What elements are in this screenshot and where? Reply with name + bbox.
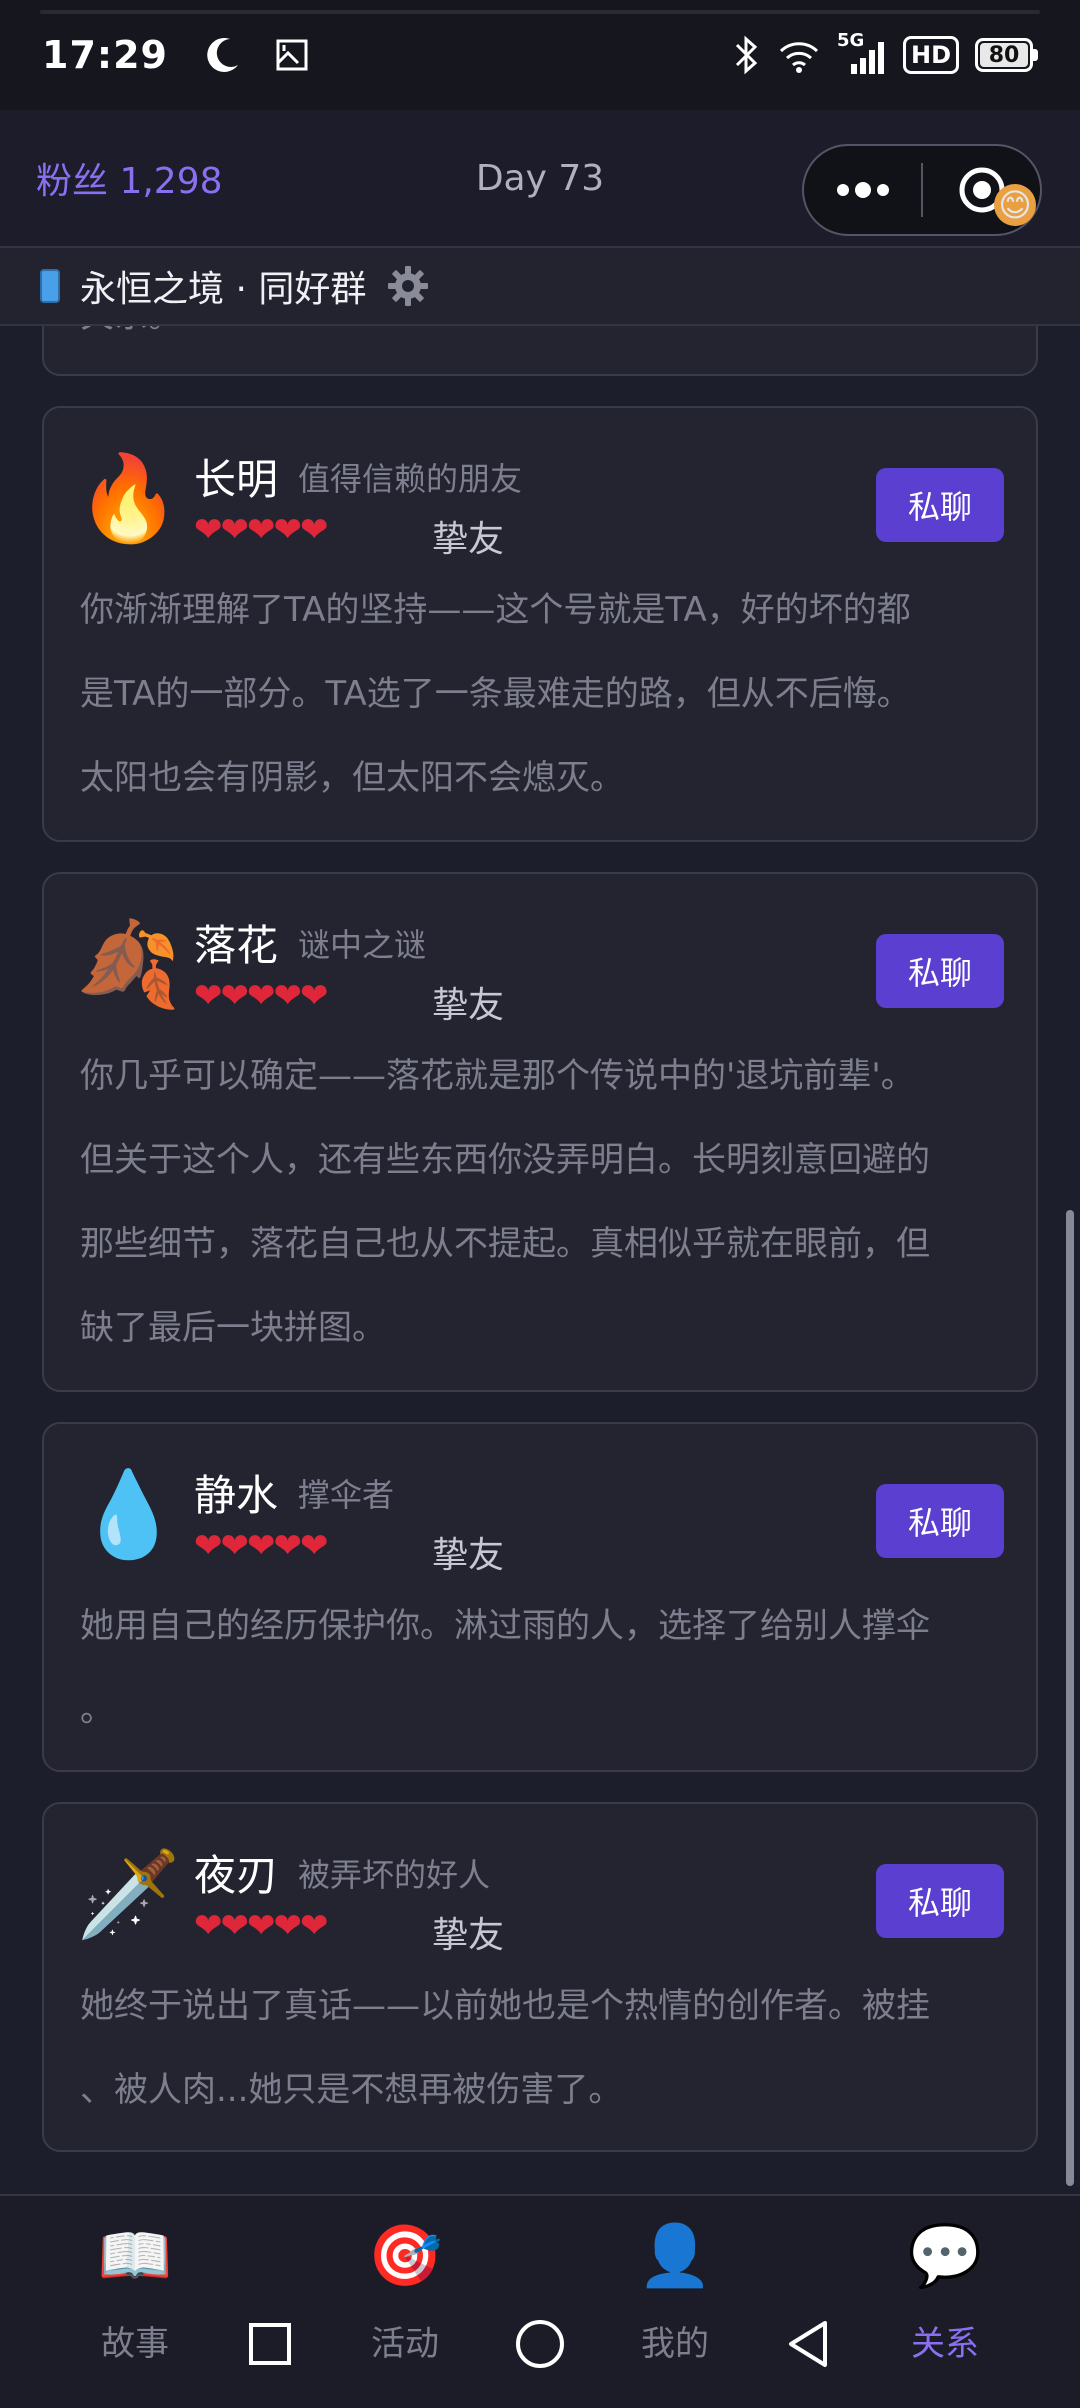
status-divider: [40, 10, 1040, 14]
back-triangle-icon: [789, 2321, 827, 2367]
desc-line: 太阳也会有阴影，但太阳不会熄灭。: [80, 758, 624, 798]
nav-label: 我的: [641, 2324, 709, 2364]
battery-level: 80: [980, 43, 1028, 68]
recent-apps-button[interactable]: [240, 2314, 300, 2374]
home-button[interactable]: [510, 2314, 570, 2374]
book-icon: 📖: [97, 2221, 173, 2291]
card-description: 她用自己的经历保护你。淋过雨的人，选择了给别人撑伞 。: [80, 1584, 1004, 1752]
nav-label: 关系: [911, 2324, 979, 2364]
relation-card-yeren: 🗡️ 夜刃 被弄坏的好人 ❤❤❤❤❤ 挚友 私聊 她终于说出了真话——以前她也是…: [42, 1802, 1038, 2152]
target-icon: 🎯: [367, 2221, 443, 2291]
status-time: 17:29: [42, 33, 168, 77]
dagger-icon: 🗡️: [76, 1845, 181, 1943]
fallen-leaf-icon: 🍂: [76, 915, 181, 1013]
desc-line: 但关于这个人，还有些东西你没弄明白。长明刻意回避的: [80, 1140, 930, 1180]
desc-line: 你几乎可以确定——落花就是那个传说中的'退坑前辈'。: [80, 1056, 915, 1096]
desc-line: 那些细节，落花自己也从不提起。真相似乎就在眼前，但: [80, 1224, 930, 1264]
nav-label: 故事: [101, 2324, 169, 2364]
card-description: 你渐渐理解了TA的坚持——这个号就是TA，好的坏的都 是TA的一部分。TA选了一…: [80, 568, 1004, 820]
group-name: 永恒之境 · 同好群: [80, 269, 367, 310]
previous-card-text: 关系。: [80, 326, 1004, 358]
chat-bubble-icon: 💬: [907, 2221, 983, 2291]
private-chat-button[interactable]: 私聊: [876, 1864, 1004, 1938]
heart-icons: ❤❤❤❤❤: [194, 510, 328, 550]
group-header: 永恒之境 · 同好群: [0, 246, 1080, 326]
fans-count: 粉丝 1,298: [36, 161, 223, 202]
status-bar: 17:29 5G HD 80: [0, 0, 1080, 110]
heart-icons: ❤❤❤❤❤: [194, 976, 328, 1016]
private-chat-button[interactable]: 私聊: [876, 1484, 1004, 1558]
relationship-list[interactable]: 关系。 🔥 长明 值得信赖的朋友 ❤❤❤❤❤ 挚友 私聊 你渐渐理解了TA的坚持…: [0, 326, 1080, 2194]
card-level: 挚友: [432, 519, 505, 560]
nav-item-story[interactable]: 📖 故事: [55, 2220, 215, 2365]
relation-card-luohua: 🍂 落花 谜中之谜 ❤❤❤❤❤ 挚友 私聊 你几乎可以确定——落花就是那个传说中…: [42, 872, 1038, 1392]
card-level: 挚友: [432, 1535, 505, 1576]
desc-line: 你渐渐理解了TA的坚持——这个号就是TA，好的坏的都: [80, 590, 911, 630]
gear-icon[interactable]: [386, 264, 430, 308]
card-name: 长明: [194, 455, 279, 504]
card-name: 落花: [194, 921, 279, 970]
heart-icons: ❤❤❤❤❤: [194, 1906, 328, 1946]
card-name: 夜刃: [194, 1851, 279, 1900]
card-name: 静水: [194, 1471, 279, 1520]
nav-item-relationships[interactable]: 💬 关系: [865, 2220, 1025, 2365]
desc-line: 她用自己的经历保护你。淋过雨的人，选择了给别人撑伞: [80, 1606, 930, 1646]
circle-icon: [516, 2320, 564, 2368]
desc-line: 。: [80, 1690, 114, 1730]
bluetooth-icon: [735, 35, 758, 75]
desc-line: 她终于说出了真话——以前她也是个热情的创作者。被挂: [80, 1986, 930, 2026]
mini-program-capsule: 😊: [802, 144, 1042, 236]
scrollbar[interactable]: [1066, 1210, 1074, 2186]
relation-card-changming: 🔥 长明 值得信赖的朋友 ❤❤❤❤❤ 挚友 私聊 你渐渐理解了TA的坚持——这个…: [42, 406, 1038, 842]
desc-line: 、被人肉...她只是不想再被伤害了。: [80, 2070, 623, 2110]
cellular-signal-icon: 5G: [837, 30, 887, 76]
hd-badge: HD: [902, 36, 959, 74]
nav-item-activity[interactable]: 🎯 活动: [325, 2220, 485, 2365]
private-chat-button[interactable]: 私聊: [876, 934, 1004, 1008]
avatar: 😊: [994, 184, 1036, 226]
moon-icon: [207, 37, 238, 72]
user-icon: 👤: [637, 2221, 713, 2291]
heart-icons: ❤❤❤❤❤: [194, 1526, 328, 1566]
private-chat-button[interactable]: 私聊: [876, 468, 1004, 542]
fire-icon: 🔥: [76, 449, 181, 547]
battery-icon: 80: [975, 38, 1038, 72]
droplet-icon: 💧: [76, 1465, 181, 1563]
previous-card: 关系。: [42, 326, 1038, 376]
card-role: 被弄坏的好人: [298, 1856, 491, 1894]
nav-label: 活动: [371, 2324, 439, 2364]
square-icon: [249, 2323, 291, 2365]
desc-line: 缺了最后一块拼图。: [80, 1308, 386, 1348]
top-bar: 粉丝 1,298 Day 73 😊: [0, 110, 1080, 246]
card-description: 她终于说出了真话——以前她也是个热情的创作者。被挂 、被人肉...她只是不想再被…: [80, 1964, 1004, 2132]
bottom-nav: 📖 故事 🎯 活动 👤 我的 💬 关系: [0, 2194, 1080, 2408]
card-role: 撑伞者: [298, 1476, 395, 1514]
wifi-icon: [779, 42, 819, 73]
card-description: 你几乎可以确定——落花就是那个传说中的'退坑前辈'。 但关于这个人，还有些东西你…: [80, 1034, 1004, 1370]
nav-item-me[interactable]: 👤 我的: [595, 2220, 755, 2365]
card-role: 谜中之谜: [298, 926, 427, 964]
card-level: 挚友: [432, 985, 505, 1026]
desc-line: 是TA的一部分。TA选了一条最难走的路，但从不后悔。: [80, 674, 911, 714]
gallery-icon: [276, 39, 308, 71]
more-dots-icon: [836, 182, 889, 198]
more-button[interactable]: [804, 146, 921, 234]
card-level: 挚友: [432, 1915, 505, 1956]
back-button[interactable]: [778, 2314, 838, 2374]
phone-icon: [40, 269, 60, 303]
relation-card-jingshui: 💧 静水 撑伞者 ❤❤❤❤❤ 挚友 私聊 她用自己的经历保护你。淋过雨的人，选择…: [42, 1422, 1038, 1772]
card-role: 值得信赖的朋友: [298, 460, 523, 498]
